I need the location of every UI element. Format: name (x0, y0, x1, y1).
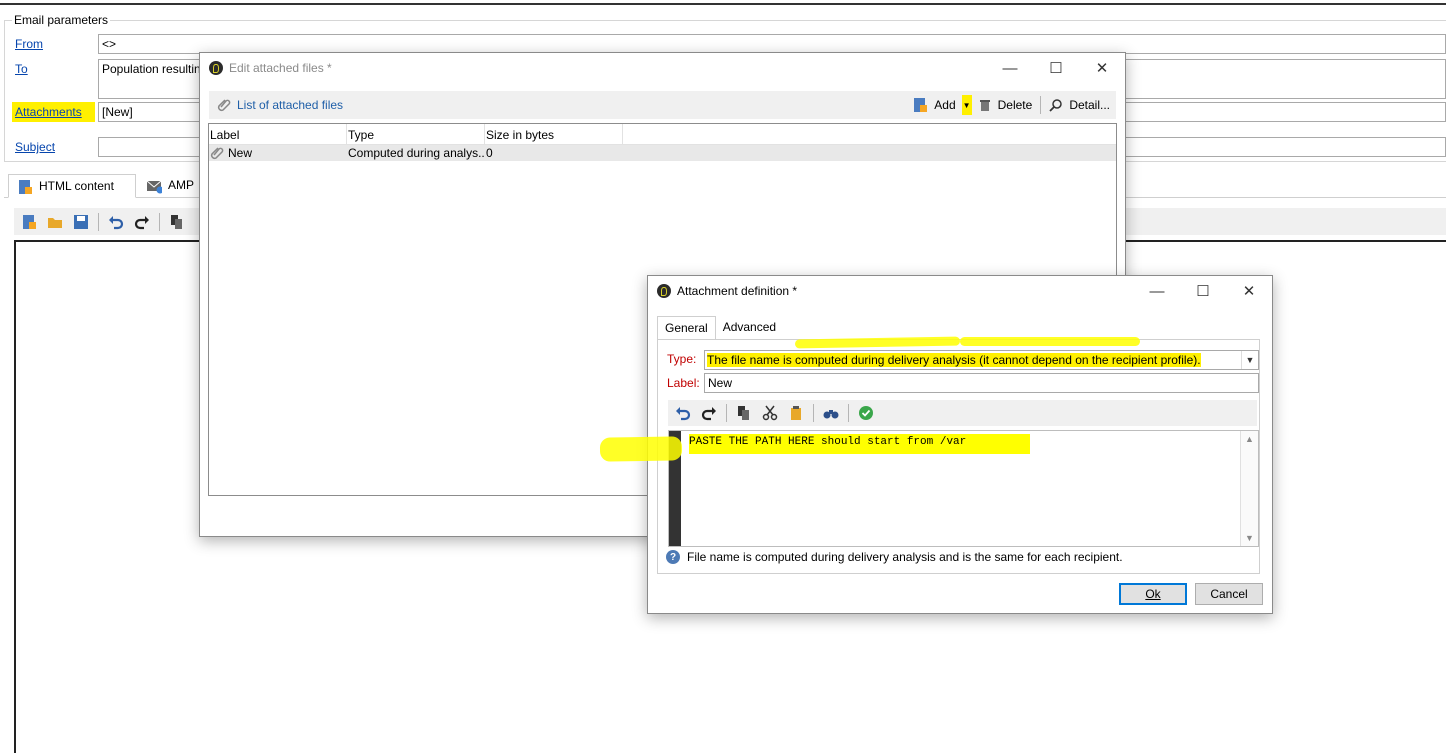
type-select-value: The file name is computed during deliver… (707, 353, 1201, 367)
detail-button[interactable]: Detail... (1069, 98, 1110, 112)
list-of-attached-files-label: List of attached files (237, 98, 344, 112)
edit-attached-files-titlebar: Edit attached files * — ☐ ✕ (200, 53, 1125, 83)
open-folder-icon[interactable] (44, 211, 66, 233)
edit-attached-files-title: Edit attached files * (229, 61, 332, 75)
toolbar-separator (1040, 96, 1042, 114)
delete-button[interactable]: Delete (998, 98, 1033, 112)
minimize-icon[interactable]: — (987, 53, 1033, 83)
highlighter-stroke (960, 337, 1140, 346)
from-link[interactable]: From (15, 37, 43, 51)
redo-icon[interactable] (698, 402, 720, 424)
undo-icon[interactable] (105, 211, 127, 233)
add-icon (914, 98, 928, 112)
attachments-link[interactable]: Attachments (12, 102, 95, 122)
window-top-border (0, 3, 1446, 5)
app-logo-icon (209, 61, 223, 75)
magnifier-icon (1049, 99, 1063, 112)
chevron-down-icon[interactable]: ▼ (1241, 351, 1258, 369)
toolbar-separator (813, 404, 814, 422)
cut-icon[interactable] (759, 402, 781, 424)
type-select[interactable]: The file name is computed during deliver… (704, 350, 1259, 370)
scroll-up-icon[interactable]: ▲ (1245, 434, 1254, 444)
paperclip-icon (217, 99, 231, 112)
code-scrollbar[interactable]: ▲ ▼ (1240, 431, 1258, 546)
column-type[interactable]: Type (347, 124, 485, 144)
column-size[interactable]: Size in bytes (485, 124, 623, 144)
copy-icon[interactable] (733, 402, 755, 424)
toolbar-separator (726, 404, 727, 422)
email-parameters-legend: Email parameters (12, 13, 111, 27)
close-icon[interactable]: ✕ (1079, 53, 1125, 83)
code-editor-toolbar (668, 400, 1257, 426)
tab-amp[interactable]: AMP (138, 174, 202, 198)
type-label: Type: (667, 352, 697, 366)
amp-icon (146, 180, 162, 194)
from-field[interactable]: <> (98, 34, 1446, 54)
help-icon: ? (666, 550, 680, 564)
html-content-icon (19, 180, 32, 194)
column-label[interactable]: Label (209, 124, 347, 144)
tab-html-content[interactable]: HTML content (8, 174, 136, 198)
label-field[interactable]: New (704, 373, 1259, 393)
binoculars-icon[interactable] (820, 402, 842, 424)
minimize-icon[interactable]: — (1134, 276, 1180, 306)
toolbar-separator (98, 212, 99, 231)
table-row[interactable]: New Computed during analys.. 0 (209, 145, 1116, 161)
code-text: PASTE THE PATH HERE should start from /v… (689, 434, 1031, 454)
highlighter-stroke (599, 436, 683, 462)
scroll-down-icon[interactable]: ▼ (1245, 533, 1254, 543)
attachment-tabs: General Advanced (657, 316, 783, 340)
attachment-definition-window: Attachment definition * — ☐ ✕ General Ad… (647, 275, 1273, 614)
tab-advanced[interactable]: Advanced (716, 316, 783, 340)
ok-button[interactable]: Ok (1119, 583, 1187, 605)
attachment-definition-title: Attachment definition * (677, 284, 798, 298)
row-label: New (228, 146, 253, 160)
toolbar-separator (159, 212, 160, 231)
maximize-icon[interactable]: ☐ (1180, 276, 1226, 306)
path-code-editor[interactable]: PASTE THE PATH HERE should start from /v… (668, 430, 1259, 547)
close-icon[interactable]: ✕ (1226, 276, 1272, 306)
add-dropdown-icon[interactable]: ▼ (961, 95, 972, 115)
tab-amp-label: AMP (167, 178, 194, 192)
to-link[interactable]: To (15, 62, 28, 76)
general-panel: Type: The file name is computed during d… (657, 339, 1260, 574)
undo-icon[interactable] (672, 402, 694, 424)
maximize-icon[interactable]: ☐ (1033, 53, 1079, 83)
app-logo-icon (657, 284, 671, 298)
redo-icon[interactable] (131, 211, 153, 233)
row-size: 0 (486, 146, 493, 160)
label-label: Label: (667, 376, 700, 390)
attachment-definition-titlebar: Attachment definition * — ☐ ✕ (648, 276, 1272, 306)
attached-files-list-header: Label Type Size in bytes (209, 124, 1116, 145)
paste-icon[interactable] (785, 402, 807, 424)
paperclip-icon (210, 147, 224, 160)
copy-icon[interactable] (166, 211, 188, 233)
new-doc-icon[interactable] (18, 211, 40, 233)
attached-files-toolbar: List of attached files Add ▼ Delete Deta… (209, 91, 1116, 119)
toolbar-separator (848, 404, 849, 422)
row-type: Computed during analys.. (348, 146, 485, 160)
add-button[interactable]: Add (934, 98, 955, 112)
info-message: ? File name is computed during delivery … (666, 550, 1123, 564)
info-text: File name is computed during delivery an… (687, 550, 1123, 564)
save-icon[interactable] (70, 211, 92, 233)
tab-general[interactable]: General (657, 316, 716, 340)
cancel-button[interactable]: Cancel (1195, 583, 1263, 605)
check-icon[interactable] (855, 402, 877, 424)
subject-link[interactable]: Subject (15, 140, 55, 154)
tab-html-content-label: HTML content (39, 179, 114, 193)
trash-icon (979, 100, 990, 111)
